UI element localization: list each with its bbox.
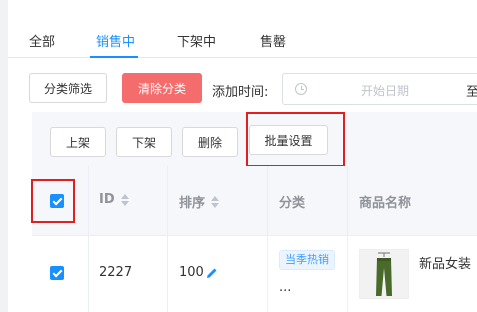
clear-category-button[interactable]: 清除分类 <box>122 73 202 103</box>
add-time-label: 添加时间: <box>212 85 269 100</box>
product-id: 2227 <box>99 265 133 280</box>
range-separator: 至 <box>466 85 477 100</box>
active-tab-indicator <box>90 56 138 58</box>
delist-button[interactable]: 下架 <box>116 127 172 157</box>
header-id-label: ID <box>99 192 115 207</box>
tab-delisted[interactable]: 下架中 <box>177 31 216 50</box>
status-tabs: 全部 销售中 下架中 售罄 <box>8 0 477 58</box>
column-divider <box>167 166 168 312</box>
sort-icon[interactable] <box>211 195 220 208</box>
date-range-picker[interactable]: 开始日期 至 <box>282 73 477 105</box>
product-thumbnail[interactable] <box>359 249 409 299</box>
header-sort-label: 排序 <box>179 196 206 211</box>
category-filter-button[interactable]: 分类筛选 <box>29 73 107 103</box>
column-divider <box>88 166 89 312</box>
sort-icon[interactable] <box>120 193 129 206</box>
category-more: ... <box>279 280 292 295</box>
sort-value-cell[interactable]: 100 <box>179 265 219 280</box>
clock-icon <box>295 83 307 95</box>
select-all-checkbox[interactable] <box>50 194 64 208</box>
delete-button[interactable]: 删除 <box>182 127 238 157</box>
column-divider <box>267 166 268 312</box>
header-name-label: 商品名称 <box>359 196 412 211</box>
product-name[interactable]: 新品女装 <box>419 253 471 272</box>
pencil-icon[interactable] <box>205 266 219 280</box>
tab-sold-out[interactable]: 售罄 <box>260 31 286 50</box>
header-category-label: 分类 <box>279 196 306 211</box>
category-tag: 当季热销 <box>279 250 335 270</box>
header-id[interactable]: ID <box>99 192 129 207</box>
row-checkbox[interactable] <box>50 266 64 280</box>
header-name: 商品名称 <box>359 192 411 211</box>
header-sort[interactable]: 排序 <box>179 192 220 211</box>
sort-value: 100 <box>179 265 204 280</box>
tab-all[interactable]: 全部 <box>29 31 55 50</box>
tab-on-sale[interactable]: 销售中 <box>96 31 135 50</box>
header-category: 分类 <box>279 192 305 211</box>
batch-settings-button[interactable]: 批量设置 <box>249 125 328 155</box>
list-button[interactable]: 上架 <box>50 127 106 157</box>
column-divider <box>347 166 348 312</box>
start-date-input[interactable]: 开始日期 <box>361 82 409 99</box>
pants-image <box>376 252 392 296</box>
